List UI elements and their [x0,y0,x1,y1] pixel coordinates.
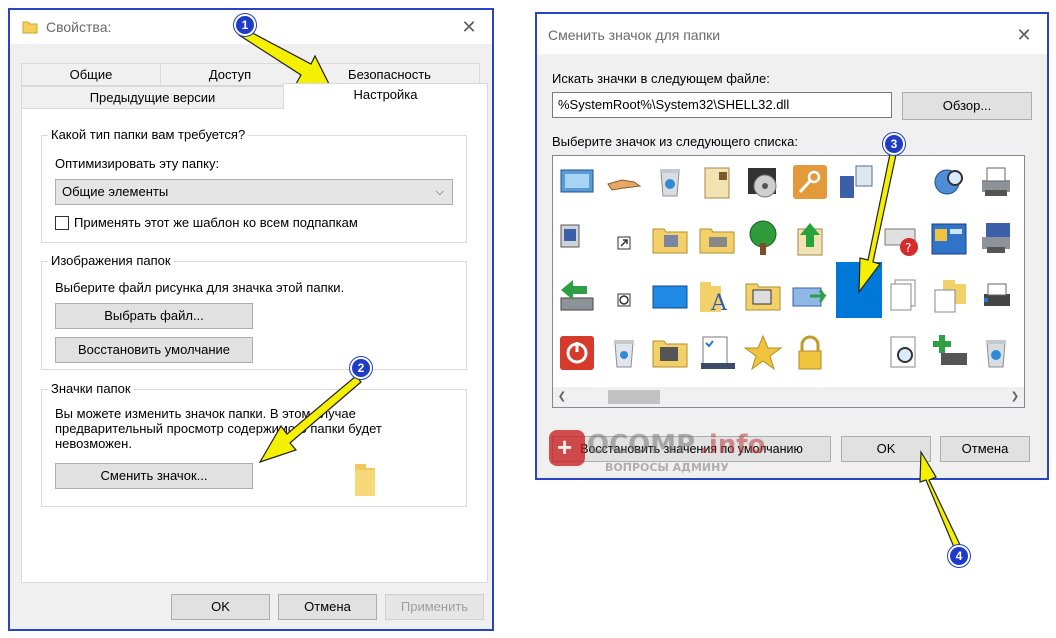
close-icon[interactable]: ✕ [458,16,480,38]
printer-icon[interactable] [976,162,1016,202]
power-button-icon[interactable] [604,276,644,316]
customize-panel: Какой тип папки вам требуется? Оптимизир… [21,108,488,583]
cancel-button[interactable]: Отмена [278,594,377,620]
tab-previous-versions[interactable]: Предыдущие версии [21,86,284,109]
watermark-brand: OCOMP [587,430,696,460]
documents-stack-icon[interactable] [883,276,923,316]
printer-add-icon[interactable] [929,333,969,373]
network-computer-icon[interactable] [836,162,876,202]
blue-square-icon-selected[interactable] [836,262,882,318]
optimize-label: Оптимизировать эту папку: [55,156,220,171]
media-disc-icon[interactable] [743,162,783,202]
icon-list[interactable]: ❮ ❯ ? A [552,155,1025,408]
tree-icon[interactable] [743,219,783,259]
star-icon[interactable] [743,333,783,373]
globe-search-icon[interactable] [929,162,969,202]
magnifier-document-icon[interactable] [883,333,923,373]
control-panel-icon[interactable] [929,219,969,259]
ok-button[interactable]: OK [171,594,270,620]
recycle-bin-full-icon[interactable] [650,162,690,202]
change-icon-titlebar[interactable]: Сменить значок для папки ✕ [537,14,1047,54]
annotation-badge-4: 4 [948,545,970,567]
change-icon-title: Сменить значок для папки [548,27,721,43]
change-icon-dialog: Сменить значок для папки ✕ Искать значки… [535,12,1049,480]
padlock-icon[interactable] [790,333,830,373]
group-title-folder-type: Какой тип папки вам требуется? [48,127,249,142]
folder-icons-description-line3: невозможен. [55,436,132,451]
watermark-logo: + OCOMP .info ВОПРОСЫ АДМИНУ [549,428,799,480]
search-file-label: Искать значки в следующем файле: [552,71,770,86]
printer-small-icon[interactable] [976,276,1016,316]
file-path-input[interactable]: %SystemRoot%\System32\SHELL32.dll [552,92,892,118]
folder-computer-icon[interactable] [743,276,783,316]
folder-printer-icon[interactable] [697,219,737,259]
folder-fonts-icon[interactable]: A [697,276,737,316]
power-red-icon[interactable] [557,333,597,373]
drive-back-icon[interactable] [557,276,597,316]
upload-arrow-icon[interactable] [790,219,830,259]
hand-share-icon[interactable] [604,162,644,202]
network-sync-icon[interactable] [790,276,830,316]
icon-list-scrollbar[interactable]: ❮ ❯ [553,387,1024,407]
ok-button[interactable]: OK [841,436,931,462]
folder-document-icon[interactable] [929,276,969,316]
tab-sharing[interactable]: Доступ [160,63,300,86]
properties-dialog: Свойства: ✕ Общие Доступ Безопасность Пр… [8,8,494,631]
apply-template-label: Применять этот же шаблон ко всем подпапк… [74,215,358,230]
apply-button[interactable]: Применить [385,594,484,620]
folder-preview-icon [352,460,378,503]
properties-title: Свойства: [46,19,112,35]
annotation-badge-3: 3 [883,133,905,155]
window-settings-icon[interactable] [557,219,597,259]
chevron-down-icon: ⌵ [435,186,444,198]
keyboard-help-icon[interactable]: ? [883,219,923,259]
svg-text:?: ? [905,241,911,255]
svg-text:A: A [710,291,728,316]
folder-pictures-description: Выберите файл рисунка для значка этой па… [55,280,345,295]
browse-button[interactable]: Обзор... [902,92,1032,120]
document-grid-icon[interactable] [697,162,737,202]
change-icon-button[interactable]: Сменить значок... [55,463,253,489]
blue-screen-icon[interactable] [650,276,690,316]
folder-tools-icon[interactable] [650,333,690,373]
blank-icon[interactable] [836,333,876,373]
icon-list-label: Выберите значок из следующего списка: [552,134,798,149]
monitor-window-icon[interactable] [557,162,597,202]
printer-network-icon[interactable] [976,219,1016,259]
shortcut-arrow-icon[interactable] [604,219,644,259]
annotation-badge-1: 1 [234,14,256,36]
group-title-folder-icons: Значки папок [48,381,134,396]
recycle-bin-empty-icon[interactable] [604,333,644,373]
folder-icons-description-line1: Вы можете изменить значок папки. В этом … [55,406,356,421]
watermark-plus-icon: + [557,432,573,462]
group-title-folder-pictures: Изображения папок [48,253,174,268]
folder-icon [22,19,38,38]
scroll-right-icon[interactable]: ❯ [1006,387,1024,407]
watermark-tagline: ВОПРОСЫ АДМИНУ [605,461,729,474]
scroll-left-icon[interactable]: ❮ [553,387,571,407]
scroll-thumb[interactable] [608,390,660,404]
blank-icon[interactable] [883,162,923,202]
key-icon[interactable] [790,162,830,202]
restore-default-button[interactable]: Восстановить умолчание [55,337,253,363]
recycle-bin-icon[interactable] [976,333,1016,373]
watermark-domain: .info [699,430,766,460]
tab-customize[interactable]: Настройка [283,83,488,109]
folder-type-group: Какой тип папки вам требуется? Оптимизир… [41,127,467,243]
annotation-badge-2: 2 [350,357,372,379]
checklist-icon[interactable] [697,333,737,373]
close-icon[interactable]: ✕ [1013,24,1035,46]
folder-icons-description-line2: предварительный просмотр содержимого пап… [55,421,382,436]
blank-icon[interactable] [836,219,876,259]
choose-file-button[interactable]: Выбрать файл... [55,303,253,329]
tab-general[interactable]: Общие [21,63,161,86]
folder-icons-group: Значки папок Вы можете изменить значок п… [41,381,467,507]
optimize-select[interactable]: Общие элементы ⌵ [55,179,453,205]
folder-pictures-group: Изображения папок Выберите файл рисунка … [41,253,467,370]
folder-network-icon[interactable] [650,219,690,259]
apply-template-checkbox[interactable] [55,216,69,230]
cancel-button[interactable]: Отмена [940,436,1030,462]
